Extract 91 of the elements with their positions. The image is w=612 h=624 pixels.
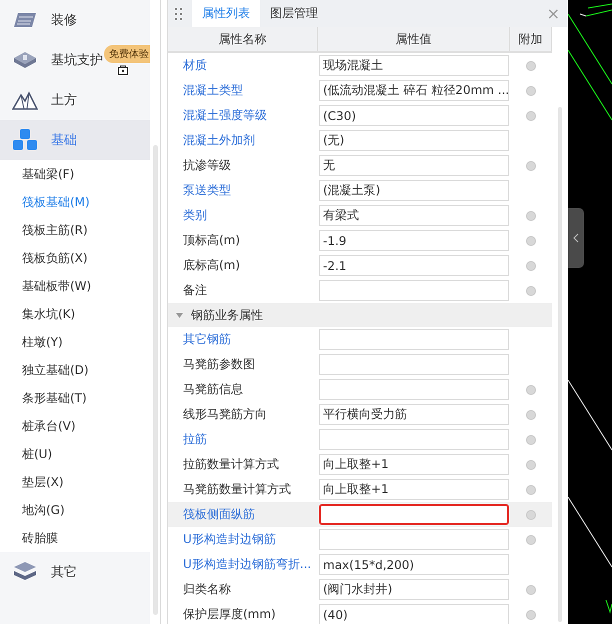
extra-radio[interactable] bbox=[526, 510, 536, 520]
property-name: 马凳筋信息 bbox=[182, 381, 244, 398]
property-name[interactable]: U形构造封边钢筋 bbox=[168, 527, 318, 552]
panel-tab[interactable]: 图层管理 bbox=[260, 0, 328, 27]
property-name[interactable]: 混凝土类型 bbox=[168, 78, 318, 103]
property-name[interactable]: 其它钢筋 bbox=[168, 327, 318, 352]
property-name: 底标高(m) bbox=[182, 257, 242, 274]
panel-splitter[interactable] bbox=[160, 0, 168, 624]
extra-radio[interactable] bbox=[526, 86, 536, 96]
value-field[interactable]: 有梁式 bbox=[319, 205, 509, 226]
value-field[interactable]: 平行横向受力筋 bbox=[319, 404, 509, 425]
column-header: 属性值 bbox=[318, 27, 510, 51]
property-name[interactable]: 类别 bbox=[168, 203, 318, 228]
extra-radio[interactable] bbox=[526, 286, 536, 296]
extra-radio[interactable] bbox=[526, 160, 536, 170]
category-item[interactable]: 其它 bbox=[0, 552, 150, 592]
value-field[interactable] bbox=[319, 504, 509, 525]
value-field[interactable]: 向上取整+1 bbox=[319, 479, 509, 500]
extra-radio[interactable] bbox=[526, 434, 536, 444]
extra-radio[interactable] bbox=[526, 60, 536, 70]
value-field[interactable]: -2.1 bbox=[319, 255, 509, 276]
component-item[interactable]: 集水坑(K) bbox=[0, 300, 150, 328]
property-name: 保护层厚度(mm) bbox=[182, 606, 277, 623]
value-field[interactable]: (混凝土泵) bbox=[319, 180, 509, 201]
extra-radio[interactable] bbox=[526, 260, 536, 270]
trial-badge: 免费体验 bbox=[104, 45, 150, 63]
extra-radio[interactable] bbox=[526, 584, 536, 594]
component-item[interactable]: 条形基础(T) bbox=[0, 384, 150, 412]
value-field[interactable]: max(15*d,200) bbox=[319, 554, 509, 575]
component-item[interactable]: 地沟(G) bbox=[0, 496, 150, 524]
component-item[interactable]: 桩承台(V) bbox=[0, 412, 150, 440]
extra-radio[interactable] bbox=[526, 210, 536, 220]
extra-radio[interactable] bbox=[526, 410, 536, 420]
column-header: 附加 bbox=[510, 27, 552, 51]
chevron-left-icon bbox=[573, 233, 579, 243]
section-title: 钢筋业务属性 bbox=[191, 306, 263, 324]
component-item[interactable]: 砖胎膜 bbox=[0, 524, 150, 552]
property-row[interactable]: 筏板侧面纵筋 bbox=[168, 502, 552, 527]
extra-radio[interactable] bbox=[526, 110, 536, 120]
component-item[interactable]: 筏板基础(M) bbox=[0, 188, 150, 216]
property-name: 抗渗等级 bbox=[182, 157, 232, 174]
scrollbar-thumb[interactable] bbox=[152, 145, 158, 615]
property-name[interactable]: 泵送类型 bbox=[168, 178, 318, 203]
category-item[interactable]: 基坑支护 免费体验 bbox=[0, 40, 150, 80]
mountain-icon bbox=[12, 89, 38, 111]
property-name[interactable]: 材质 bbox=[168, 53, 318, 78]
caret-icon bbox=[176, 312, 183, 318]
property-name: 马凳筋参数图 bbox=[182, 356, 256, 373]
section-header[interactable]: 钢筋业务属性 bbox=[168, 303, 552, 327]
value-field[interactable]: (低流动混凝土 碎石 粒径20mm ... bbox=[319, 80, 509, 101]
value-field[interactable]: (40) bbox=[319, 604, 509, 624]
column-header: 属性名称 bbox=[168, 27, 318, 51]
value-field[interactable]: 现场混凝土 bbox=[319, 55, 509, 76]
property-name[interactable]: 拉筋 bbox=[168, 427, 318, 452]
extra-radio[interactable] bbox=[526, 384, 536, 394]
component-item[interactable]: 垫层(X) bbox=[0, 468, 150, 496]
value-field[interactable]: -1.9 bbox=[319, 230, 509, 251]
property-name: 备注 bbox=[182, 282, 208, 299]
cubes-icon bbox=[12, 128, 38, 152]
component-item[interactable]: 独立基础(D) bbox=[0, 356, 150, 384]
value-field[interactable]: 无 bbox=[319, 155, 509, 176]
component-item[interactable]: 筏板主筋(R) bbox=[0, 216, 150, 244]
property-name[interactable]: 混凝土强度等级 bbox=[168, 103, 318, 128]
extra-radio[interactable] bbox=[526, 534, 536, 544]
value-field[interactable]: (无) bbox=[319, 130, 509, 151]
value-field[interactable]: (阀门水封井) bbox=[319, 579, 509, 600]
category-item[interactable]: 土方 bbox=[0, 80, 150, 120]
excavation-box-icon bbox=[12, 49, 38, 71]
extra-radio[interactable] bbox=[526, 610, 536, 620]
component-item[interactable]: 基础板带(W) bbox=[0, 272, 150, 300]
property-name: 顶标高(m) bbox=[182, 232, 242, 249]
component-item[interactable]: 柱墩(Y) bbox=[0, 328, 150, 356]
collapse-handle[interactable] bbox=[568, 208, 584, 268]
property-name[interactable]: U形构造封边钢筋弯折... bbox=[168, 552, 318, 577]
category-item[interactable]: 装修 bbox=[0, 0, 150, 40]
property-name: 归类名称 bbox=[182, 581, 232, 598]
layers-icon bbox=[12, 561, 38, 583]
component-item[interactable]: 桩(U) bbox=[0, 440, 150, 468]
extra-radio[interactable] bbox=[526, 460, 536, 470]
property-name: 拉筋数量计算方式 bbox=[182, 456, 280, 473]
value-field[interactable]: 向上取整+1 bbox=[319, 454, 509, 475]
extra-radio[interactable] bbox=[526, 484, 536, 494]
extra-radio[interactable] bbox=[526, 236, 536, 246]
property-name: 马凳筋数量计算方式 bbox=[182, 481, 292, 498]
panel-tab[interactable]: 属性列表 bbox=[192, 0, 260, 27]
component-item[interactable]: 基础梁(F) bbox=[0, 160, 150, 188]
value-field[interactable]: (C30) bbox=[319, 105, 509, 126]
property-name[interactable]: 混凝土外加剂 bbox=[168, 128, 318, 153]
component-item[interactable]: 筏板负筋(X) bbox=[0, 244, 150, 272]
property-name: 线形马凳筋方向 bbox=[182, 406, 268, 423]
property-name[interactable]: 筏板侧面纵筋 bbox=[168, 502, 318, 527]
